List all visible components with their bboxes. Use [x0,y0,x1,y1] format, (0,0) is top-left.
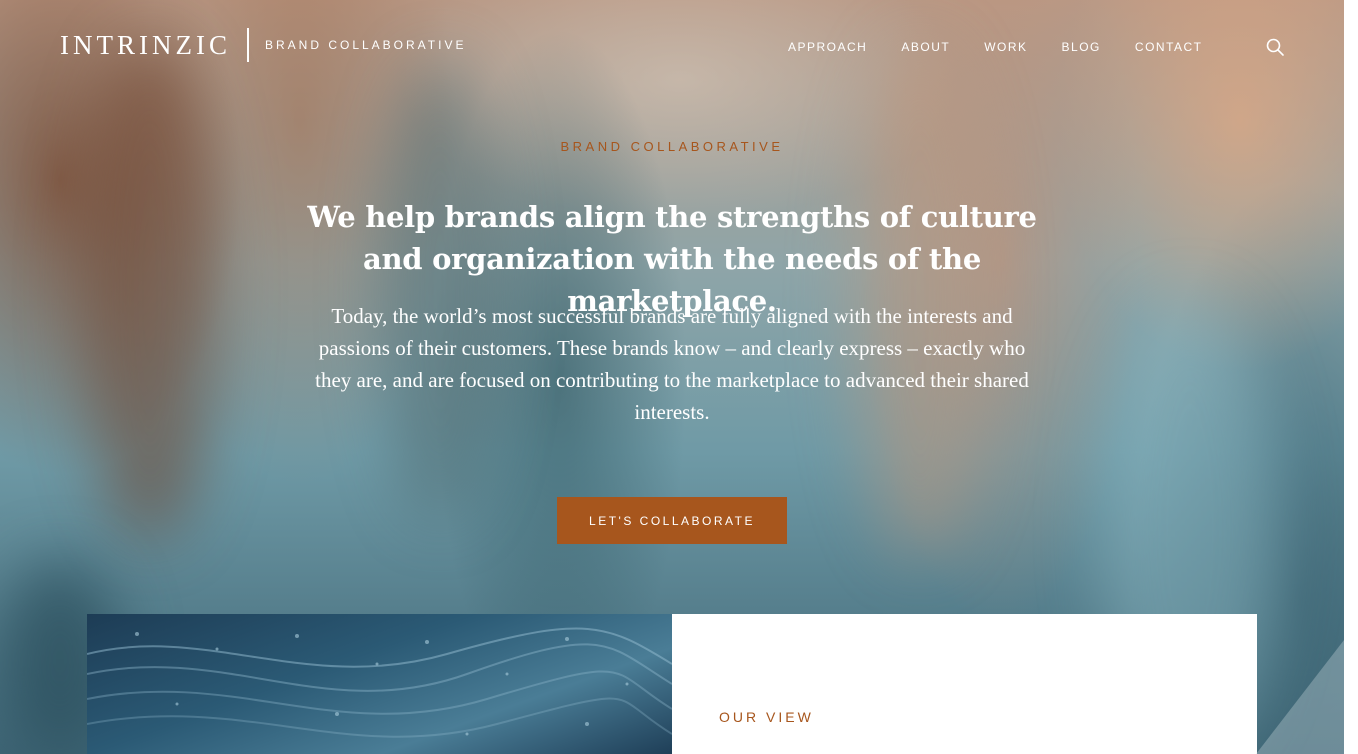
our-view-panel: OUR VIEW [672,614,1257,754]
our-view-image [87,614,672,754]
logo-wordmark: INTRINZIC [60,30,231,60]
main-nav: APPROACH ABOUT WORK BLOG CONTACT [788,40,1237,54]
nav-contact[interactable]: CONTACT [1135,40,1203,54]
nav-blog[interactable]: BLOG [1062,40,1101,54]
search-button[interactable] [1264,36,1286,58]
logo-tagline: BRAND COLLABORATIVE [264,38,467,52]
nav-about[interactable]: ABOUT [901,40,950,54]
scrollbar-gutter [1344,0,1358,754]
brand-logo[interactable]: INTRINZIC BRAND COLLABORATIVE [60,28,466,62]
hero-eyebrow: BRAND COLLABORATIVE [560,139,784,154]
our-view-eyebrow: OUR VIEW [719,709,814,725]
decorative-shape [1256,640,1344,754]
abstract-wave-graphic [87,627,672,738]
lets-collaborate-button[interactable]: LET'S COLLABORATE [557,497,787,544]
hero-body: Today, the world’s most successful brand… [315,304,1029,424]
logo-divider [246,28,249,62]
nav-work[interactable]: WORK [984,40,1027,54]
search-icon [1266,38,1284,56]
nav-approach[interactable]: APPROACH [788,40,867,54]
site-header: INTRINZIC BRAND COLLABORATIVE APPROACH A… [0,0,1358,92]
